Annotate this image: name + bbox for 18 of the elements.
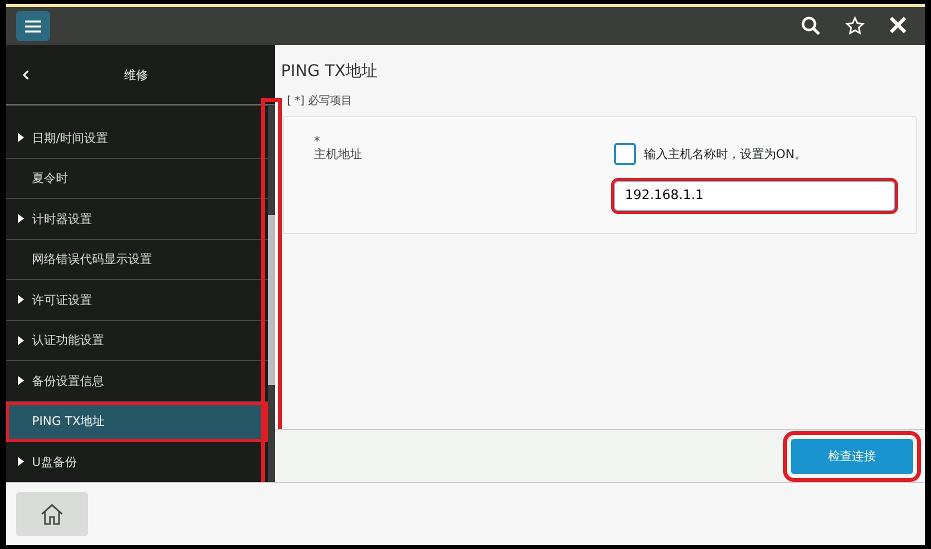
- home-icon: [40, 503, 64, 525]
- menu-button[interactable]: [16, 11, 50, 41]
- star-icon: [845, 16, 865, 36]
- required-note: [ *] 必写项目: [287, 93, 352, 109]
- scrollbar[interactable]: [268, 105, 275, 482]
- field-label: 主机地址: [314, 148, 362, 161]
- page-title: PING TX地址: [281, 60, 379, 82]
- checkbox[interactable]: [614, 142, 636, 164]
- sidebar-item[interactable]: PING TX地址: [6, 402, 268, 442]
- sidebar-title: 维修: [124, 66, 149, 84]
- home-button[interactable]: [16, 492, 88, 536]
- required-mark: *: [314, 134, 320, 148]
- back-icon: [22, 70, 29, 80]
- checkbox-label: 输入主机名称时，设置为ON。: [644, 146, 806, 162]
- search-icon: [801, 16, 821, 36]
- menu-icon: [25, 20, 41, 32]
- close-icon: [889, 16, 907, 34]
- scroll-thumb[interactable]: [268, 215, 275, 385]
